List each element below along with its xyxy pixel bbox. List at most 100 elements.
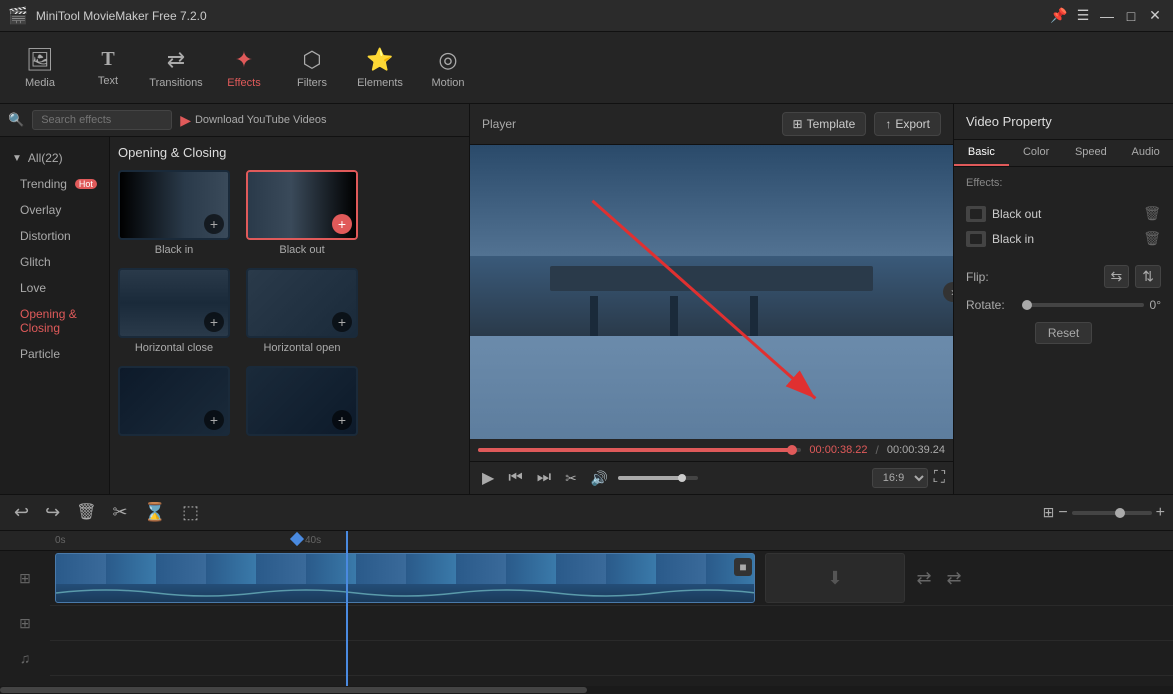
toolbar-motion[interactable]: ◎ Motion — [416, 38, 480, 98]
delete-effect-2-btn[interactable]: 🗑 — [1143, 230, 1161, 247]
effects-row-1: + Black in + Black out — [118, 170, 461, 256]
split-btn[interactable]: ✂ — [107, 500, 134, 525]
toolbar-text[interactable]: T Text — [76, 38, 140, 98]
tab-basic[interactable]: Basic — [954, 140, 1009, 166]
effect-6[interactable]: + — [246, 366, 358, 440]
main-video-clip[interactable]: ■ ✕ — [55, 553, 755, 603]
main-toolbar: 🖼 Media T Text ⇄ Transitions ✦ Effects ⬡… — [0, 32, 1173, 104]
player-timeline: 00:00:38.22 / 00:00:39.24 — [470, 439, 953, 461]
music-track-controls: ♫ — [0, 641, 50, 675]
yt-download-btn[interactable]: ▶ Download YouTube Videos — [180, 112, 326, 129]
bridge-support-2 — [670, 296, 678, 336]
undo-btn[interactable]: ↩ — [8, 500, 35, 525]
crop-btn[interactable]: ⬚ — [176, 500, 205, 525]
play-btn[interactable]: ▶ — [478, 466, 498, 490]
motion-icon: ◎ — [438, 47, 457, 73]
flip-h-btn[interactable]: ⇆ — [1104, 265, 1130, 288]
skip-back-btn[interactable]: ⏮ — [504, 467, 526, 489]
effect-black-in[interactable]: + Black in — [118, 170, 230, 256]
volume-btn[interactable]: 🔊 — [587, 468, 612, 489]
minimize-btn[interactable]: — — [1097, 6, 1117, 26]
effect-6-add-btn[interactable]: + — [332, 410, 352, 430]
volume-slider[interactable] — [618, 476, 698, 480]
rotate-slider[interactable] — [1022, 303, 1144, 307]
title-left: 🎬 MiniTool MovieMaker Free 7.2.0 — [8, 6, 207, 26]
prop-effect-black-out: Black out 🗑 — [966, 201, 1161, 226]
timeline-tracks: ⊞ ■ ✕ ⬇ ⇄ — [0, 551, 1173, 676]
effect-black-out[interactable]: + Black out — [246, 170, 358, 256]
cat-trending-label: Trending — [20, 177, 67, 191]
volume-thumb[interactable] — [678, 474, 686, 482]
flip-v-btn[interactable]: ⇅ — [1135, 265, 1161, 288]
video-property-title: Video Property — [954, 104, 1173, 140]
toolbar-elements[interactable]: ⭐ Elements — [348, 38, 412, 98]
progress-thumb[interactable] — [787, 445, 797, 455]
tab-speed[interactable]: Speed — [1064, 140, 1119, 166]
cat-opening-closing[interactable]: Opening & Closing — [0, 301, 109, 341]
delete-clip-btn[interactable]: 🗑 — [70, 500, 102, 525]
media-icon: 🖼 — [26, 47, 54, 73]
cat-overlay[interactable]: Overlay — [0, 197, 109, 223]
progress-bar[interactable] — [478, 448, 801, 452]
skip-forward-btn[interactable]: ⏭ — [533, 467, 555, 489]
effect-h-open[interactable]: + Horizontal open — [246, 268, 358, 354]
swap-icon-1[interactable]: ⇄ — [916, 568, 931, 589]
aspect-ratio-select[interactable]: 16:9 9:16 4:3 1:1 — [872, 468, 928, 488]
zoom-fit-btn[interactable]: ⊞ — [1043, 504, 1055, 521]
black-out-add-btn[interactable]: + — [332, 214, 352, 234]
delete-effect-1-btn[interactable]: 🗑 — [1143, 205, 1161, 222]
tab-color[interactable]: Color — [1009, 140, 1064, 166]
cat-particle[interactable]: Particle — [0, 341, 109, 367]
zoom-slider[interactable] — [1072, 511, 1152, 515]
timeline-scrollbar[interactable] — [0, 686, 1173, 694]
zoom-thumb[interactable] — [1115, 508, 1125, 518]
pin-btn[interactable]: 📌 — [1049, 6, 1069, 26]
cut-btn[interactable]: ✂ — [561, 468, 581, 489]
h-open-add-btn[interactable]: + — [332, 312, 352, 332]
black-in-add-btn[interactable]: + — [204, 214, 224, 234]
cat-trending[interactable]: Trending Hot — [0, 171, 109, 197]
cat-all[interactable]: ▼ All(22) — [0, 145, 109, 171]
effects-icon: ✦ — [235, 47, 253, 73]
cat-distortion[interactable]: Distortion — [0, 223, 109, 249]
audio-track: ⊞ — [50, 606, 1173, 641]
toolbar-transitions[interactable]: ⇄ Transitions — [144, 38, 208, 98]
ripple-btn[interactable]: ⌛ — [138, 500, 172, 525]
toolbar-media[interactable]: 🖼 Media — [8, 38, 72, 98]
export-btn[interactable]: ↑ Export — [874, 112, 941, 136]
restore-btn[interactable]: □ — [1121, 6, 1141, 26]
toolbar-filters[interactable]: ⬡ Filters — [280, 38, 344, 98]
effect-h-close[interactable]: + Horizontal close — [118, 268, 230, 354]
reset-btn[interactable]: Reset — [1035, 322, 1092, 344]
search-input[interactable] — [32, 110, 172, 130]
fullscreen-btn[interactable]: ⛶ — [934, 469, 945, 487]
redo-btn[interactable]: ↪ — [39, 500, 66, 525]
toolbar-effects[interactable]: ✦ Effects — [212, 38, 276, 98]
download-icon-1[interactable]: ⬇ — [827, 568, 842, 589]
tab-audio[interactable]: Audio — [1118, 140, 1173, 166]
effect-black-in-thumb: + — [118, 170, 230, 240]
cat-love[interactable]: Love — [0, 275, 109, 301]
zoom-in-btn[interactable]: + — [1156, 504, 1165, 522]
time-sep: / — [876, 443, 879, 457]
swap-icon-2[interactable]: ⇄ — [946, 568, 961, 589]
player-area: Player ⊞ Template ↑ Export — [470, 104, 953, 494]
zoom-out-btn[interactable]: − — [1058, 504, 1067, 522]
close-btn[interactable]: ✕ — [1145, 6, 1165, 26]
panel-body: ▼ All(22) Trending Hot Overlay Distortio… — [0, 137, 469, 494]
player-header-right: ⊞ Template ↑ Export — [782, 112, 941, 136]
effect-black-out-thumb: + — [246, 170, 358, 240]
template-btn[interactable]: ⊞ Template — [782, 112, 867, 136]
effect-5-add-btn[interactable]: + — [204, 410, 224, 430]
effect-5[interactable]: + — [118, 366, 230, 440]
water-reflection — [470, 336, 953, 439]
cat-opening-label: Opening & Closing — [20, 307, 97, 335]
ruler-playhead-pos — [296, 531, 298, 550]
h-close-add-btn[interactable]: + — [204, 312, 224, 332]
cat-glitch[interactable]: Glitch — [0, 249, 109, 275]
rotate-thumb[interactable] — [1022, 300, 1032, 310]
menu-btn[interactable]: ☰ — [1073, 6, 1093, 26]
clip-end-x-btn[interactable]: ✕ — [754, 569, 755, 587]
scrollbar-thumb[interactable] — [0, 687, 587, 693]
prop-effect-left-2: Black in — [966, 231, 1034, 247]
